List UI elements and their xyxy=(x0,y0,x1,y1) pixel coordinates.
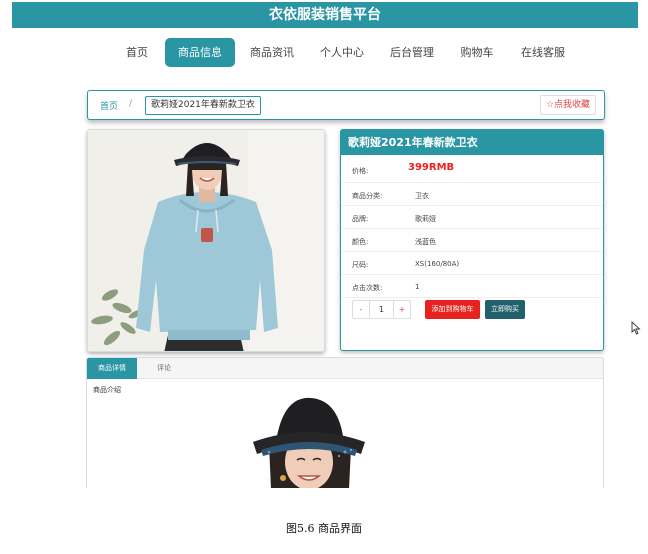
detail-tabs: 商品详情 评论 xyxy=(87,358,603,379)
figure-caption: 图5.6 商品界面 xyxy=(286,522,362,535)
breadcrumb-home-link[interactable]: 首页 xyxy=(100,99,118,112)
tab-product-details[interactable]: 商品详情 xyxy=(87,358,137,379)
breadcrumb-separator: / xyxy=(129,99,133,109)
model-hoodie-photo xyxy=(88,130,324,351)
add-to-cart-button[interactable]: 添加到购物车 xyxy=(425,300,480,319)
attribute-value: 1 xyxy=(415,283,420,291)
site-title-banner: 衣依服装销售平台 xyxy=(12,2,638,28)
quantity-input[interactable]: 1 xyxy=(370,301,393,318)
quantity-decrease-button[interactable]: - xyxy=(353,301,370,318)
price-row: 价格: 399RMB xyxy=(341,155,603,183)
attribute-label: 点击次数: xyxy=(352,284,383,292)
product-detail-panel: 商品详情 评论 商品介绍 xyxy=(86,357,604,488)
attribute-label: 颜色: xyxy=(352,238,369,246)
attribute-value: 卫衣 xyxy=(415,192,429,200)
product-image xyxy=(87,129,325,352)
attribute-row-category: 商品分类: 卫衣 xyxy=(341,183,603,206)
attribute-row-color: 颜色: 浅蓝色 xyxy=(341,229,603,252)
nav-item-online-service[interactable]: 在线客服 xyxy=(514,38,572,67)
attribute-value: XS(160/80A) xyxy=(415,260,460,268)
quantity-stepper: - 1 + xyxy=(352,300,411,319)
quantity-increase-button[interactable]: + xyxy=(393,301,410,318)
product-title: 歌莉娅2021年春新款卫衣 xyxy=(341,130,603,155)
product-info-panel: 歌莉娅2021年春新款卫衣 价格: 399RMB 商品分类: 卫衣 品牌: 歌莉… xyxy=(340,129,604,351)
attribute-label: 品牌: xyxy=(352,215,369,223)
nav-item-admin[interactable]: 后台管理 xyxy=(384,38,440,67)
price-label: 价格: xyxy=(352,167,369,175)
detail-model-photo xyxy=(253,397,365,488)
attribute-row-clicks: 点击次数: 1 xyxy=(341,275,603,298)
attribute-row-size: 尺码: XS(160/80A) xyxy=(341,252,603,275)
buy-now-button[interactable]: 立即购买 xyxy=(485,300,525,319)
nav-item-product-news[interactable]: 商品资讯 xyxy=(244,38,300,67)
nav-item-cart[interactable]: 购物车 xyxy=(454,38,500,67)
breadcrumb-current: 歌莉娅2021年春新款卫衣 xyxy=(145,96,261,115)
nav-item-personal-center[interactable]: 个人中心 xyxy=(314,38,370,67)
mouse-cursor-icon xyxy=(631,321,641,335)
product-intro-label: 商品介绍 xyxy=(93,386,121,394)
page: 衣依服装销售平台 首页 商品信息 商品资讯 个人中心 后台管理 购物车 在线客服… xyxy=(0,0,648,554)
nav-item-product-info[interactable]: 商品信息 xyxy=(165,38,235,67)
attribute-label: 尺码: xyxy=(352,261,369,269)
main-nav: 首页 商品信息 商品资讯 个人中心 后台管理 购物车 在线客服 xyxy=(0,38,648,68)
attribute-value: 浅蓝色 xyxy=(415,238,436,246)
attribute-label: 商品分类: xyxy=(352,192,383,200)
nav-item-home[interactable]: 首页 xyxy=(118,38,156,67)
price-value: 399RMB xyxy=(408,162,455,173)
favorite-button[interactable]: ☆点我收藏 xyxy=(540,95,596,115)
attribute-row-brand: 品牌: 歌莉娅 xyxy=(341,206,603,229)
tab-comments[interactable]: 评论 xyxy=(147,358,181,379)
breadcrumb: 首页 / 歌莉娅2021年春新款卫衣 ☆点我收藏 xyxy=(87,90,605,120)
attribute-value: 歌莉娅 xyxy=(415,215,436,223)
